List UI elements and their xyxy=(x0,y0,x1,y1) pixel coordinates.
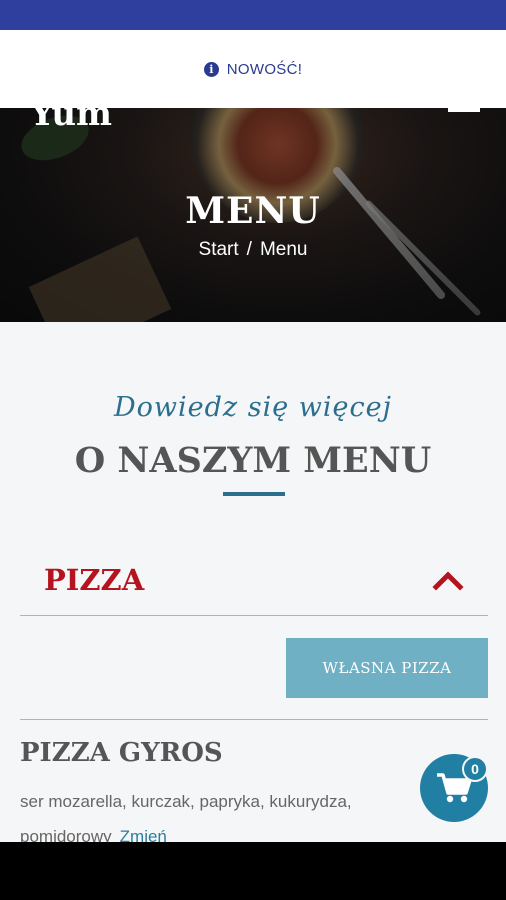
hero-banner: Yum MENU Start / Menu xyxy=(0,108,506,322)
menu-item-name: PIZZA GYROS xyxy=(20,738,223,768)
menu-item-ingredients: ser mozarella, kurczak, papryka, kukuryd… xyxy=(20,792,352,842)
system-navigation-bar xyxy=(0,842,506,900)
cart-count-badge: 0 xyxy=(462,756,488,782)
info-icon: i xyxy=(203,61,219,77)
section-title: O NASZYM MENU xyxy=(74,440,432,481)
breadcrumb-separator: / xyxy=(246,239,252,260)
menu-item-description: ser mozarella, kurczak, papryka, kukuryd… xyxy=(20,784,440,842)
notice-bar[interactable]: i NOWOŚĆ! xyxy=(0,30,506,108)
breadcrumb-start[interactable]: Start xyxy=(199,239,239,260)
breadcrumb: Start / Menu xyxy=(0,239,506,261)
notice-text[interactable]: NOWOŚĆ! xyxy=(227,61,302,78)
category-header-pizza[interactable]: PIZZA xyxy=(20,544,488,616)
title-underline xyxy=(223,492,285,496)
hamburger-menu-icon[interactable] xyxy=(448,108,480,112)
own-pizza-button[interactable]: WŁASNA PIZZA xyxy=(286,638,488,698)
chevron-up-icon[interactable] xyxy=(432,569,464,591)
status-bar xyxy=(0,0,506,30)
change-link[interactable]: Zmień xyxy=(120,827,167,842)
category-title: PIZZA xyxy=(44,562,145,597)
site-logo[interactable]: Yum xyxy=(30,108,112,134)
page-title: MENU xyxy=(185,190,321,232)
breadcrumb-current: Menu xyxy=(259,239,308,260)
section-subtitle: Dowiedz się więcej xyxy=(114,392,392,423)
divider xyxy=(20,719,488,720)
